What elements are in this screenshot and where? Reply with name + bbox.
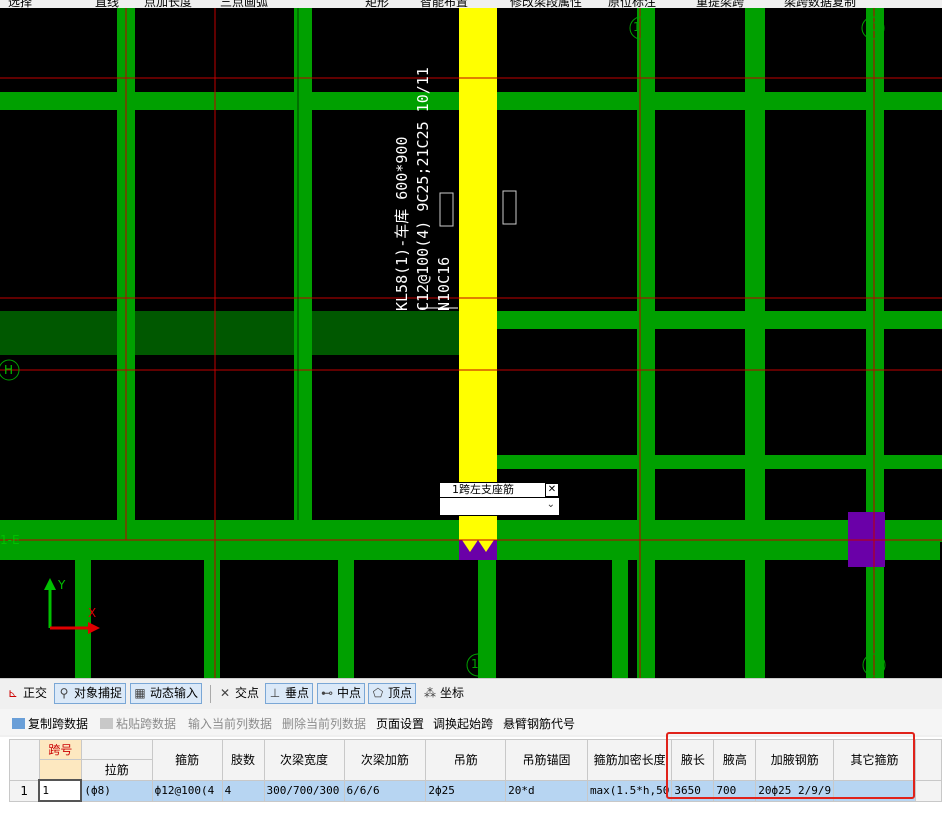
midpoint-snap[interactable]: ⊷ 中点 bbox=[317, 683, 366, 704]
header-dense-length: 箍筋加密长度 bbox=[586, 739, 673, 781]
cell-dense-length[interactable]: max(1.5*h,50 bbox=[586, 779, 673, 802]
coordinate-label: 坐标 bbox=[440, 686, 465, 700]
rect-tool[interactable]: 矩形 bbox=[365, 0, 389, 8]
input-column-button[interactable]: 输入当前列数据 bbox=[188, 715, 272, 732]
cad-drawing bbox=[0, 8, 942, 678]
object-snap-label: 对象捕捉 bbox=[74, 686, 123, 700]
corner-cell bbox=[9, 739, 40, 781]
axis-label-H: H bbox=[4, 363, 14, 377]
vertex-label: 顶点 bbox=[388, 686, 413, 700]
beam-label-side: N10C16 bbox=[435, 256, 453, 311]
cell-filler bbox=[914, 779, 942, 802]
ortho-icon: ⊾ bbox=[7, 686, 19, 700]
axis-label-13-bottom: 13 bbox=[866, 657, 882, 671]
axis-label-1E: 1-E bbox=[0, 533, 20, 547]
header-filler bbox=[914, 739, 942, 781]
header-sec-width: 次梁宽度 bbox=[263, 739, 345, 781]
point-length-tool[interactable]: 点加长度 bbox=[144, 0, 192, 8]
object-snap-toggle[interactable]: ⚲ 对象捕捉 bbox=[54, 683, 127, 704]
row-number[interactable]: 1 bbox=[9, 779, 40, 802]
line-tool[interactable]: 直线 bbox=[95, 0, 119, 8]
drawing-canvas[interactable]: 12 13 11 13 H 1-E Y X KL58(1)-车库 600*900… bbox=[0, 8, 942, 678]
header-hanger: 吊筋 bbox=[425, 739, 507, 781]
perpendicular-label: 垂点 bbox=[285, 686, 310, 700]
cell-span[interactable]: 1 bbox=[38, 779, 83, 802]
dynamic-input-toggle[interactable]: ▦ 动态输入 bbox=[130, 683, 203, 704]
header-sec-add: 次梁加筋 bbox=[343, 739, 427, 781]
header-hanger-anchor: 吊筋锚固 bbox=[505, 739, 588, 781]
header-stirrup: 箍筋 bbox=[151, 739, 223, 781]
cell-hanger[interactable]: 2ф25 bbox=[425, 779, 507, 802]
intersection-label: 交点 bbox=[235, 686, 260, 700]
vertex-snap[interactable]: ⬠ 顶点 bbox=[368, 683, 417, 704]
smart-place-tool[interactable]: 智能布置 bbox=[420, 0, 468, 8]
dynamic-input-icon: ▦ bbox=[134, 686, 146, 700]
popup-title-text: 1跨左支座筋 bbox=[452, 483, 514, 496]
cell-tie[interactable]: (ф8) bbox=[80, 779, 153, 802]
delete-column-button[interactable]: 删除当前列数据 bbox=[282, 715, 366, 732]
axis-label-12: 12 bbox=[633, 20, 649, 34]
span-data-grid: 跨号 箍筋 肢数 次梁宽度 次梁加筋 吊筋 吊筋锚固 箍筋加密长度 腋长 腋高 … bbox=[0, 732, 942, 826]
popup-title: 1跨左支座筋 ✕ bbox=[440, 483, 559, 498]
header-legs: 肢数 bbox=[221, 739, 265, 781]
paste-span-data-button[interactable]: 粘贴跨数据 bbox=[100, 715, 176, 732]
intersection-icon: ✕ bbox=[219, 686, 231, 700]
swap-start-span-button[interactable]: 调换起始跨 bbox=[433, 715, 493, 732]
ortho-toggle[interactable]: ⊾ 正交 bbox=[4, 683, 50, 704]
page-setup-button[interactable]: 页面设置 bbox=[376, 715, 424, 732]
coordinate-toggle[interactable]: ⁂ 坐标 bbox=[421, 683, 467, 704]
chevron-down-icon[interactable]: ⌄ bbox=[547, 499, 555, 510]
respan-tool[interactable]: 重提梁跨 bbox=[696, 0, 744, 8]
header-blank bbox=[80, 739, 153, 760]
coordinate-icon: ⁂ bbox=[424, 686, 436, 700]
perpendicular-snap[interactable]: ⊥ 垂点 bbox=[265, 683, 314, 704]
beam-label-name: KL58(1)-车库 600*900 bbox=[393, 136, 411, 312]
arc-tool[interactable]: 三点画弧 bbox=[220, 0, 268, 8]
copy-span-data-button[interactable]: 复制跨数据 bbox=[12, 715, 88, 732]
copy-span-tool[interactable]: 梁跨数据复制 bbox=[784, 0, 856, 8]
dynamic-input-label: 动态输入 bbox=[150, 686, 199, 700]
cell-legs[interactable]: 4 bbox=[221, 779, 265, 802]
select-tool[interactable]: 选择 bbox=[8, 0, 32, 8]
beam-label-rebar: C12@100(4) 9C25;21C25 10/11 bbox=[414, 67, 432, 311]
cell-stirrup[interactable]: ф12@100(4 bbox=[151, 779, 223, 802]
copy-icon bbox=[12, 718, 25, 729]
perpendicular-icon: ⊥ bbox=[269, 686, 281, 700]
midpoint-label: 中点 bbox=[337, 686, 362, 700]
highlight-box bbox=[666, 732, 915, 799]
cell-sec-width[interactable]: 300/700/300 bbox=[263, 779, 345, 802]
modify-beam-tool[interactable]: 修改梁段属性 bbox=[510, 0, 582, 8]
snap-bar: ⊾ 正交 ⚲ 对象捕捉 ▦ 动态输入 ✕ 交点 ⊥ 垂点 ⊷ 中点 ⬠ 顶点 ⁂ 坐标 bbox=[0, 678, 942, 709]
in-situ-label-tool[interactable]: 原位标注 bbox=[608, 0, 656, 8]
ucs-x-label: X bbox=[88, 606, 97, 620]
header-span: 跨号 bbox=[38, 739, 82, 760]
paste-span-data-label: 粘贴跨数据 bbox=[116, 717, 177, 731]
popup-input[interactable]: ⌄ bbox=[440, 498, 559, 514]
header-tie: 拉筋 bbox=[80, 759, 153, 781]
cantilever-code-button[interactable]: 悬臂钢筋代号 bbox=[503, 715, 575, 732]
axis-label-11: 11 bbox=[471, 657, 487, 671]
cell-sec-add[interactable]: 6/6/6 bbox=[343, 779, 427, 802]
axis-label-13-top: 13 bbox=[865, 20, 881, 34]
header-span-sub bbox=[38, 759, 82, 781]
intersection-snap[interactable]: ✕ 交点 bbox=[216, 683, 262, 704]
ucs-y-label: Y bbox=[58, 578, 66, 592]
separator bbox=[210, 685, 211, 703]
support-rebar-popup: 1跨左支座筋 ✕ ⌄ bbox=[439, 482, 560, 516]
top-toolbar: 选择 直线 点加长度 三点画弧 矩形 智能布置 修改梁段属性 原位标注 重提梁跨… bbox=[0, 0, 942, 8]
paste-icon bbox=[100, 718, 113, 729]
midpoint-icon: ⊷ bbox=[321, 686, 333, 700]
ortho-label: 正交 bbox=[23, 686, 48, 700]
vertex-icon: ⬠ bbox=[372, 686, 384, 700]
cell-hanger-anchor[interactable]: 20*d bbox=[505, 779, 588, 802]
close-icon[interactable]: ✕ bbox=[545, 483, 559, 497]
copy-span-data-label: 复制跨数据 bbox=[28, 717, 89, 731]
object-snap-icon: ⚲ bbox=[59, 686, 69, 700]
